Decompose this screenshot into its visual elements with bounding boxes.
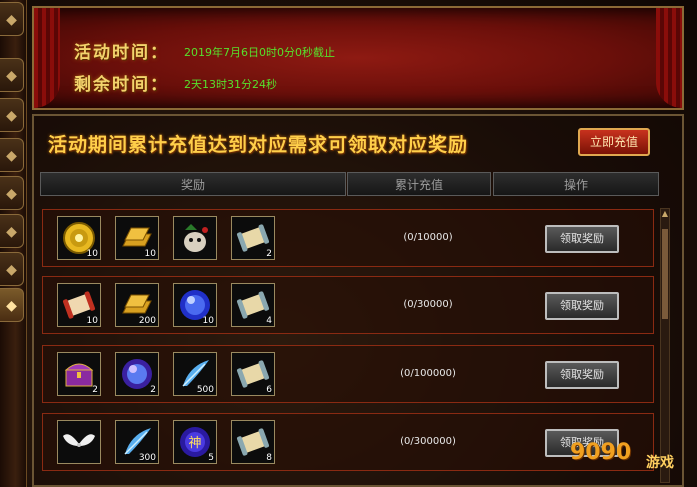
left-tab-3[interactable]: ◆ bbox=[0, 98, 24, 132]
reward-item-slot[interactable]: 8 bbox=[231, 420, 275, 464]
reward-row-1: 10 10 2 (0/10000) 领取奖励 bbox=[42, 209, 654, 267]
reward-row-2: 10 200 10 4 (0/30000) 领取奖励 bbox=[42, 276, 654, 334]
item-quantity: 2 bbox=[150, 385, 156, 395]
left-tab-4[interactable]: ◆ bbox=[0, 138, 24, 172]
left-tab-8-active[interactable]: ◆ bbox=[0, 288, 24, 322]
curtain-left-decoration bbox=[34, 8, 60, 108]
scrollbar-thumb[interactable] bbox=[662, 229, 668, 319]
reward-panel: 活动期间累计充值达到对应需求可领取对应奖励 立即充值 奖励 累计充值 操作 10… bbox=[32, 114, 684, 487]
item-quantity: 5 bbox=[208, 453, 214, 463]
left-tab-2[interactable]: ◆ bbox=[0, 58, 24, 92]
left-tab-7[interactable]: ◆ bbox=[0, 252, 24, 286]
scroll-up-arrow-icon[interactable]: ▲ bbox=[661, 209, 669, 219]
watermark-logo: 9090 bbox=[570, 440, 632, 465]
column-header-reward: 奖励 bbox=[40, 172, 346, 196]
item-quantity: 10 bbox=[86, 249, 98, 259]
item-quantity: 10 bbox=[144, 249, 156, 259]
reward-item-slot[interactable]: 神 5 bbox=[173, 420, 217, 464]
item-quantity: 300 bbox=[138, 453, 156, 463]
reward-item-slot[interactable]: 2 bbox=[115, 352, 159, 396]
item-quantity: 6 bbox=[266, 385, 272, 395]
remaining-time-label: 剩余时间： bbox=[74, 75, 169, 95]
reward-item-slot[interactable]: 10 bbox=[173, 283, 217, 327]
recharge-progress: (0/300000) bbox=[400, 436, 456, 447]
reward-item-slot[interactable]: 10 bbox=[57, 283, 101, 327]
reward-item-slot[interactable]: 2 bbox=[57, 352, 101, 396]
reward-item-slot[interactable]: 10 bbox=[115, 216, 159, 260]
recharge-progress: (0/30000) bbox=[403, 299, 453, 310]
recharge-now-button[interactable]: 立即充值 bbox=[578, 128, 650, 156]
left-tab-strip: ◆ ◆ ◆ ◆ ◆ ◆ ◆ ◆ bbox=[0, 0, 27, 487]
reward-item-slot[interactable]: 6 bbox=[231, 352, 275, 396]
event-time-label: 活动时间： bbox=[74, 43, 169, 63]
reward-item-slot[interactable]: 300 bbox=[115, 420, 159, 464]
white-wings-icon bbox=[63, 434, 95, 447]
event-time-value: 2019年7月6日0时0分0秒截止 bbox=[184, 46, 335, 59]
curtain-right-decoration bbox=[656, 8, 682, 108]
item-quantity: 2 bbox=[266, 249, 272, 259]
claim-reward-button[interactable]: 领取奖励 bbox=[545, 225, 619, 253]
item-quantity: 8 bbox=[266, 453, 272, 463]
recharge-progress: (0/100000) bbox=[400, 368, 456, 379]
pet-creature-icon bbox=[184, 224, 208, 252]
event-banner: 活动时间： 2019年7月6日0时0分0秒截止 剩余时间： 2天13时31分24… bbox=[32, 6, 684, 110]
column-header-total-recharge: 累计充值 bbox=[347, 172, 491, 196]
item-quantity: 2 bbox=[92, 385, 98, 395]
left-tab-1[interactable]: ◆ bbox=[0, 2, 24, 36]
item-quantity: 10 bbox=[202, 316, 214, 326]
item-quantity: 4 bbox=[266, 316, 272, 326]
reward-item-slot[interactable] bbox=[57, 420, 101, 464]
item-quantity: 10 bbox=[86, 316, 98, 326]
column-header-action: 操作 bbox=[493, 172, 659, 196]
divine-orb-glyph: 神 bbox=[188, 436, 201, 451]
reward-item-slot[interactable]: 200 bbox=[115, 283, 159, 327]
reward-row-4: 300 神 5 8 (0/300000) 领取奖励 bbox=[42, 413, 654, 471]
panel-headline: 活动期间累计充值达到对应需求可领取对应奖励 bbox=[48, 134, 469, 156]
reward-item-slot[interactable]: 2 bbox=[231, 216, 275, 260]
reward-list-scrollbar[interactable]: ▲ bbox=[660, 208, 670, 483]
remaining-time-value: 2天13时31分24秒 bbox=[184, 78, 277, 91]
watermark-suffix: 游戏 bbox=[646, 455, 674, 471]
left-tab-5[interactable]: ◆ bbox=[0, 176, 24, 210]
reward-item-slot[interactable]: 10 bbox=[57, 216, 101, 260]
reward-item-slot[interactable] bbox=[173, 216, 217, 260]
reward-row-3: 2 2 500 6 (0/100000) 领取奖励 bbox=[42, 345, 654, 403]
left-tab-6[interactable]: ◆ bbox=[0, 214, 24, 248]
claim-reward-button[interactable]: 领取奖励 bbox=[545, 292, 619, 320]
reward-item-slot[interactable]: 500 bbox=[173, 352, 217, 396]
item-quantity: 200 bbox=[138, 316, 156, 326]
claim-reward-button[interactable]: 领取奖励 bbox=[545, 361, 619, 389]
reward-item-slot[interactable]: 4 bbox=[231, 283, 275, 327]
game-stage: ◆ ◆ ◆ ◆ ◆ ◆ ◆ ◆ 活动时间： 2019年7月6日0时0分0秒截止 … bbox=[0, 0, 697, 487]
item-quantity: 500 bbox=[196, 385, 214, 395]
recharge-progress: (0/10000) bbox=[403, 232, 453, 243]
